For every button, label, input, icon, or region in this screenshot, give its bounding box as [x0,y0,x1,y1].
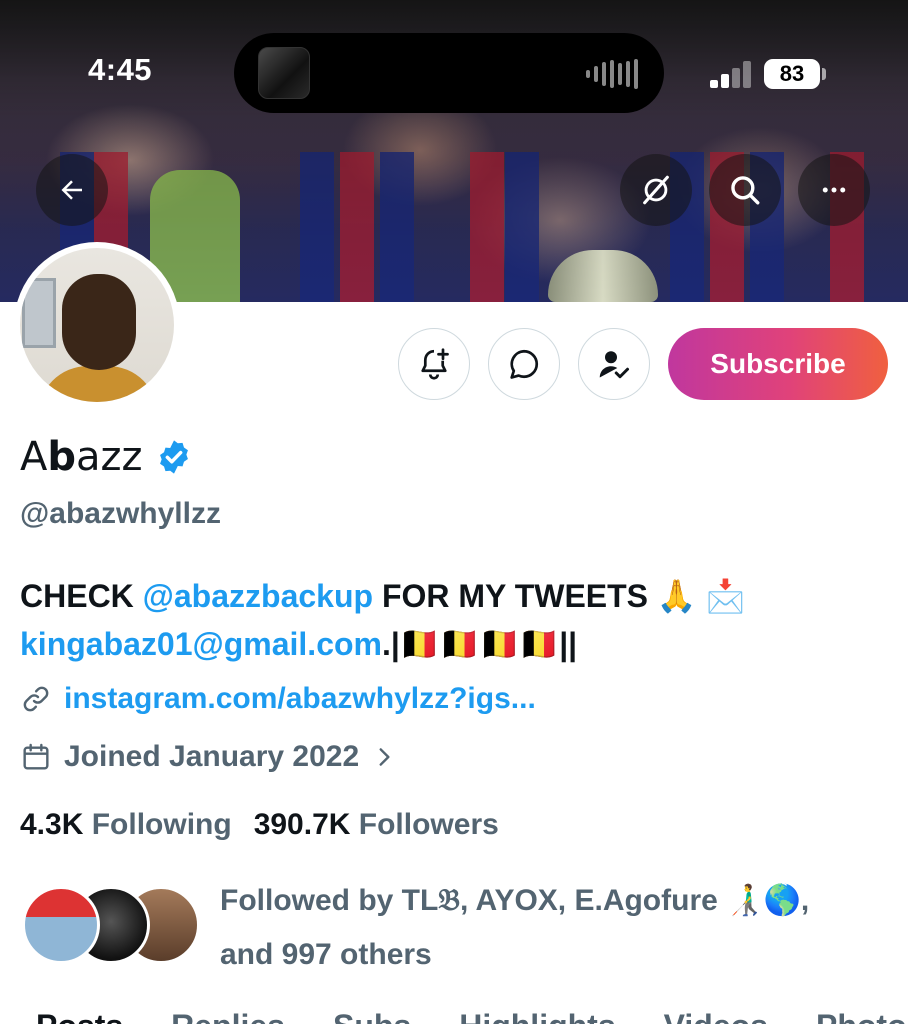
battery-tip [822,68,826,80]
bio-mention-link[interactable]: @abazzbackup [143,578,373,614]
tab-highlights[interactable]: Highlights [459,1008,615,1024]
back-button[interactable] [36,154,108,226]
joined-date-row[interactable]: Joined January 2022 [20,740,397,774]
tab-photos[interactable]: Photos [816,1008,908,1024]
user-handle: @abazwhyllzz [20,497,221,530]
bio-text: FOR MY TWEETS 🙏 📩 [373,578,746,614]
avatar [22,886,100,964]
notifications-button[interactable] [398,328,470,400]
dynamic-island[interactable] [234,33,664,113]
follow-status-icon [599,351,629,379]
tab-posts[interactable]: Posts [36,1008,123,1024]
audio-waveform-icon [586,59,638,89]
status-time: 4:45 [88,52,153,87]
message-icon [510,349,539,379]
follow-stats: 4.3K Following 390.7K Followers [20,808,499,842]
battery-indicator: 83 [764,59,820,89]
display-name: Abazz [20,434,193,480]
grok-button[interactable] [620,154,692,226]
following-link[interactable]: 4.3K Following [20,808,232,842]
subscribe-button[interactable]: Subscribe [668,328,888,400]
avatar-decor [22,278,56,348]
avatar-decor [62,274,136,370]
tab-subs[interactable]: Subs [333,1008,411,1024]
search-icon [731,176,760,205]
followed-by-text[interactable]: Followed by TL𝔅, AYOX, E.Agofure 👨‍🦯🌎, a… [220,874,890,982]
profile-website[interactable]: instagram.com/abazwhylzz?igs... [20,682,536,716]
link-icon [23,686,49,712]
bell-plus-icon [421,348,449,380]
joined-date: Joined January 2022 [64,740,360,773]
followed-by-more: and 997 others [220,938,432,971]
bio-text: .|🇧🇪🇧🇪🇧🇪🇧🇪|| [381,626,578,662]
chevron-right-icon [379,748,390,766]
profile-bio: CHECK @abazzbackup FOR MY TWEETS 🙏 📩 kin… [20,572,890,668]
more-icon [822,187,846,193]
bio-text: CHECK [20,578,143,614]
more-button[interactable] [798,154,870,226]
followed-by-names: Followed by TL𝔅, AYOX, E.Agofure 👨‍🦯🌎, [220,884,810,917]
website-link[interactable]: instagram.com/abazwhylzz?igs... [64,682,536,716]
avatar-image [20,248,174,402]
profile-tabs: Posts Replies Subs Highlights Videos Pho… [36,1008,908,1024]
now-playing-artwork [258,47,310,99]
cellular-signal-icon [710,60,754,88]
tab-videos[interactable]: Videos [664,1008,768,1024]
avatar-decor [38,366,158,402]
tab-replies[interactable]: Replies [171,1008,285,1024]
following-status-button[interactable] [578,328,650,400]
bio-email-link[interactable]: kingabaz01@gmail.com [20,626,382,662]
mutual-followers-avatars[interactable] [22,886,202,966]
back-arrow-icon [61,180,82,200]
calendar-icon [23,743,49,770]
search-button[interactable] [709,154,781,226]
profile-avatar[interactable] [14,242,180,408]
followers-link[interactable]: 390.7K Followers [254,808,499,842]
verified-badge-icon[interactable] [155,438,193,476]
grok-icon [643,175,669,205]
message-button[interactable] [488,328,560,400]
display-name-text: Abazz [20,434,143,480]
